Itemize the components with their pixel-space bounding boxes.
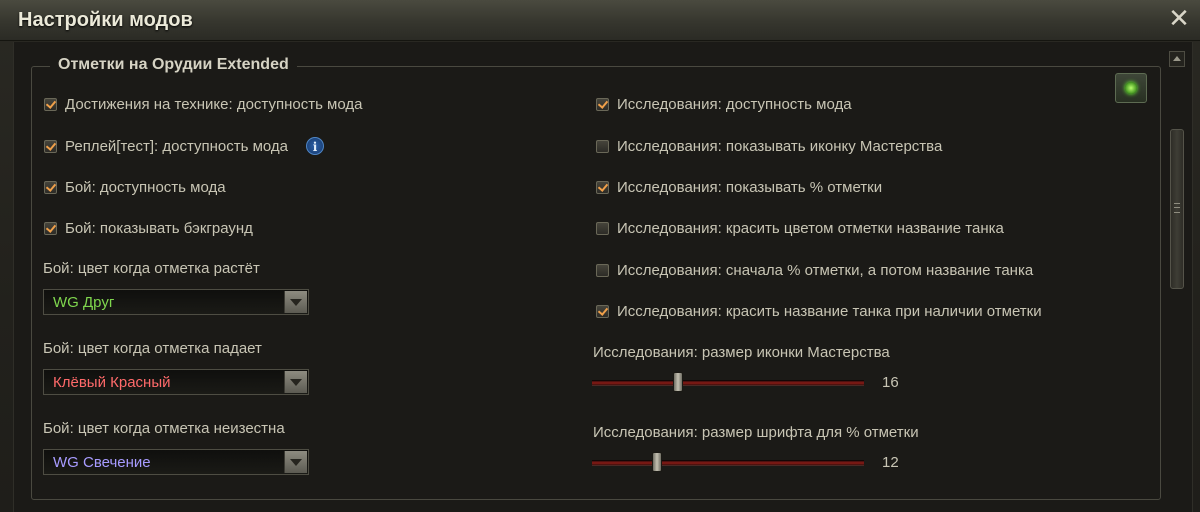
checkbox-row-replay[interactable]: Реплей[тест]: доступность мода i: [44, 134, 325, 158]
checkbox-label: Исследования: доступность мода: [617, 95, 852, 113]
checkbox[interactable]: [44, 97, 57, 111]
checkbox-label: Исследования: красить цветом отметки наз…: [617, 219, 1004, 237]
chevron-down-icon[interactable]: [284, 371, 307, 393]
chevron-down-icon[interactable]: [284, 291, 307, 313]
checkbox-row-research-color-if-mark[interactable]: Исследования: красить название танка при…: [596, 299, 1042, 323]
slider-value: 12: [882, 454, 899, 471]
dropdown-label-grows: Бой: цвет когда отметка растёт: [43, 260, 260, 277]
dropdown-value: WG Свечение: [53, 454, 151, 471]
settings-toggle-button[interactable]: [1115, 73, 1147, 103]
slider-label-font-size: Исследования: размер шрифта для % отметк…: [593, 424, 919, 441]
checkbox[interactable]: [596, 304, 609, 318]
checkbox-label: Исследования: красить название танка при…: [617, 302, 1042, 320]
chevron-down-icon[interactable]: [284, 451, 307, 473]
checkbox-row-research-mastery-icon[interactable]: Исследования: показывать иконку Мастерст…: [596, 134, 942, 158]
slider-label-mastery-size: Исследования: размер иконки Мастерства: [593, 344, 890, 361]
checkbox-label: Исследования: показывать % отметки: [617, 178, 883, 196]
checkbox[interactable]: [44, 139, 57, 153]
scroll-up-icon[interactable]: [1169, 51, 1185, 67]
checkbox-label: Бой: доступность мода: [65, 178, 226, 196]
checkbox-label: Исследования: показывать иконку Мастерст…: [617, 137, 943, 155]
checkbox-label: Исследования: сначала % отметки, а потом…: [617, 261, 1034, 279]
checkbox-row-achievements[interactable]: Достижения на технике: доступность мода: [44, 92, 362, 116]
color-falls-dropdown[interactable]: Клёвый Красный: [43, 369, 309, 395]
dropdown-value: WG Друг: [53, 294, 115, 311]
title-bar: Настройки модов ✕: [0, 0, 1200, 41]
checkbox[interactable]: [44, 180, 57, 194]
dropdown-label-unknown: Бой: цвет когда отметка неизестна: [43, 420, 285, 437]
mod-group-title: Отметки на Орудии Extended: [50, 56, 297, 74]
color-grows-dropdown[interactable]: WG Друг: [43, 289, 309, 315]
checkbox-row-background[interactable]: Бой: показывать бэкграунд: [44, 216, 253, 240]
color-unknown-dropdown[interactable]: WG Свечение: [43, 449, 309, 475]
slider-track[interactable]: [592, 460, 864, 466]
checkbox[interactable]: [596, 97, 609, 111]
window-title: Настройки модов: [18, 9, 193, 31]
slider-value: 16: [882, 374, 899, 391]
grip-icon: [1174, 203, 1180, 213]
checkbox-row-research-enabled[interactable]: Исследования: доступность мода: [596, 92, 852, 116]
slider-thumb[interactable]: [652, 452, 662, 472]
checkbox[interactable]: [596, 221, 609, 235]
slider-thumb[interactable]: [673, 372, 683, 392]
checkbox-row-research-color-name[interactable]: Исследования: красить цветом отметки наз…: [596, 216, 1004, 240]
mastery-size-slider[interactable]: [592, 372, 864, 392]
status-light-icon: [1125, 82, 1137, 94]
dropdown-label-falls: Бой: цвет когда отметка падает: [43, 340, 262, 357]
scrollbar[interactable]: [1168, 51, 1186, 512]
checkbox[interactable]: [44, 221, 57, 235]
close-icon[interactable]: ✕: [1166, 5, 1192, 32]
checkbox[interactable]: [596, 139, 609, 153]
scroll-thumb[interactable]: [1170, 129, 1184, 289]
checkbox[interactable]: [596, 263, 609, 277]
dropdown-value: Клёвый Красный: [53, 374, 171, 391]
checkbox[interactable]: [596, 180, 609, 194]
checkbox-row-battle[interactable]: Бой: доступность мода: [44, 175, 226, 199]
font-size-slider[interactable]: [592, 452, 864, 472]
checkbox-row-research-percent-first[interactable]: Исследования: сначала % отметки, а потом…: [596, 258, 1033, 282]
info-icon[interactable]: i: [306, 137, 325, 155]
slider-track[interactable]: [592, 380, 864, 386]
checkbox-label: Достижения на технике: доступность мода: [65, 95, 363, 113]
checkbox-label: Бой: показывать бэкграунд: [65, 219, 253, 237]
checkbox-label: Реплей[тест]: доступность мода: [65, 137, 289, 155]
checkbox-row-research-percent[interactable]: Исследования: показывать % отметки: [596, 175, 882, 199]
mod-settings-window: Настройки модов ✕ Отметки на Орудии Exte…: [0, 0, 1200, 512]
